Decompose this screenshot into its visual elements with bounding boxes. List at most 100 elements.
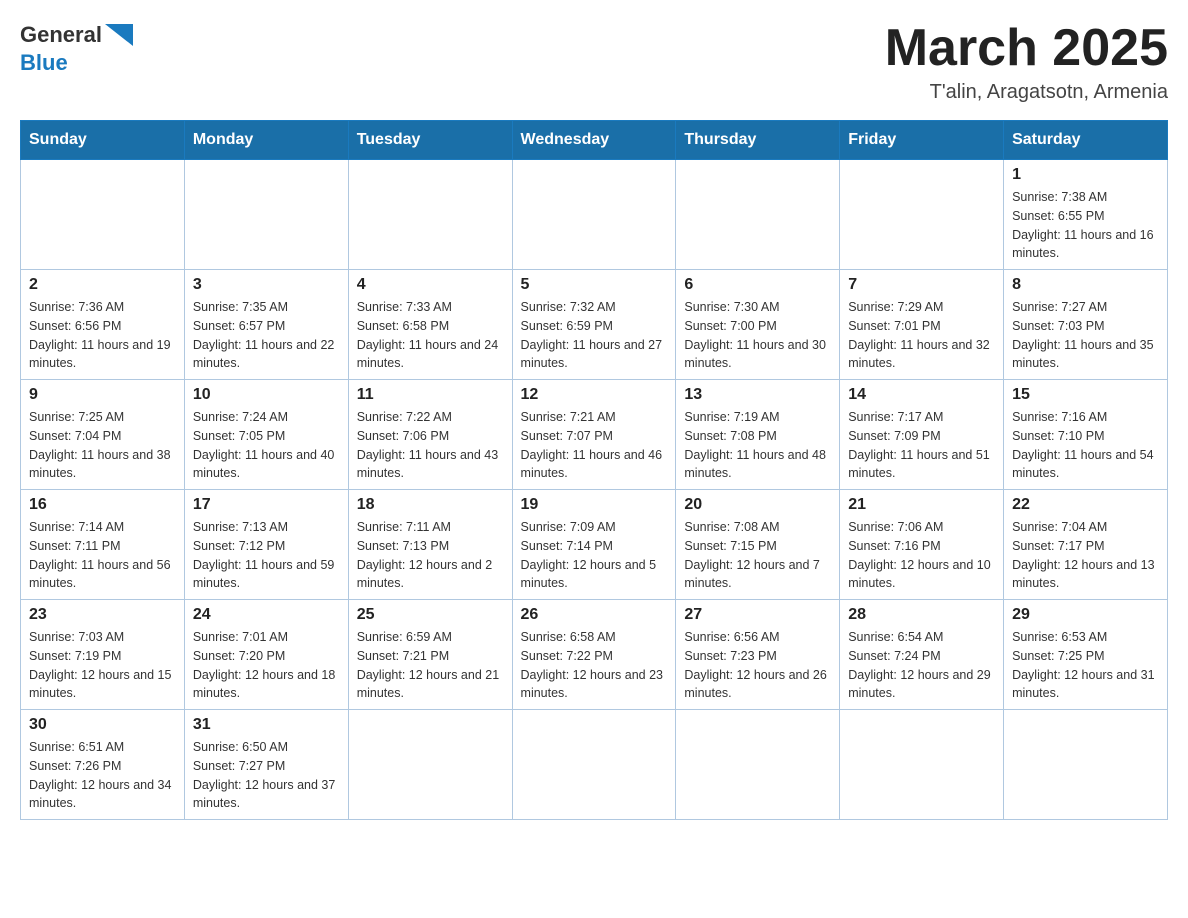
weekday-header-friday: Friday — [840, 121, 1004, 160]
day-number: 9 — [29, 386, 176, 404]
weekday-header-sunday: Sunday — [21, 121, 185, 160]
calendar-cell — [1004, 710, 1168, 820]
day-number: 20 — [684, 496, 831, 514]
calendar-cell — [512, 160, 676, 270]
day-sun-info: Sunrise: 7:01 AMSunset: 7:20 PMDaylight:… — [193, 628, 340, 703]
day-sun-info: Sunrise: 7:32 AMSunset: 6:59 PMDaylight:… — [521, 298, 668, 373]
location-subtitle: T'alin, Aragatsotn, Armenia — [885, 81, 1168, 104]
page-header: General Blue March 2025 T'alin, Aragatso… — [20, 20, 1168, 104]
calendar-cell — [184, 160, 348, 270]
calendar-week-row: 2 Sunrise: 7:36 AMSunset: 6:56 PMDaylight… — [21, 270, 1168, 380]
calendar-cell: 25 Sunrise: 6:59 AMSunset: 7:21 PMDayligh… — [348, 600, 512, 710]
calendar-cell: 30 Sunrise: 6:51 AMSunset: 7:26 PMDayligh… — [21, 710, 185, 820]
day-number: 19 — [521, 496, 668, 514]
calendar-body: 1Sunrise: 7:38 AMSunset: 6:55 PMDaylight… — [21, 160, 1168, 820]
day-number: 7 — [848, 276, 995, 294]
day-number: 2 — [29, 276, 176, 294]
calendar-cell: 3 Sunrise: 7:35 AMSunset: 6:57 PMDaylight… — [184, 270, 348, 380]
weekday-header-wednesday: Wednesday — [512, 121, 676, 160]
day-number: 8 — [1012, 276, 1159, 294]
day-sun-info: Sunrise: 6:56 AMSunset: 7:23 PMDaylight:… — [684, 628, 831, 703]
calendar-week-row: 30 Sunrise: 6:51 AMSunset: 7:26 PMDayligh… — [21, 710, 1168, 820]
day-number: 21 — [848, 496, 995, 514]
day-sun-info: Sunrise: 7:11 AMSunset: 7:13 PMDaylight:… — [357, 518, 504, 593]
calendar-cell: 26 Sunrise: 6:58 AMSunset: 7:22 PMDayligh… — [512, 600, 676, 710]
month-title: March 2025 — [885, 20, 1168, 77]
calendar-cell — [840, 710, 1004, 820]
calendar-cell: 24 Sunrise: 7:01 AMSunset: 7:20 PMDayligh… — [184, 600, 348, 710]
calendar-cell: 9Sunrise: 7:25 AMSunset: 7:04 PMDaylight… — [21, 380, 185, 490]
calendar-cell: 21Sunrise: 7:06 AMSunset: 7:16 PMDayligh… — [840, 490, 1004, 600]
day-number: 14 — [848, 386, 995, 404]
calendar-week-row: 1Sunrise: 7:38 AMSunset: 6:55 PMDaylight… — [21, 160, 1168, 270]
logo-text-general: General — [20, 23, 102, 47]
calendar-cell: 28 Sunrise: 6:54 AMSunset: 7:24 PMDayligh… — [840, 600, 1004, 710]
day-number: 1 — [1012, 166, 1159, 184]
calendar-cell: 22 Sunrise: 7:04 AMSunset: 7:17 PMDayligh… — [1004, 490, 1168, 600]
day-number: 16 — [29, 496, 176, 514]
day-sun-info: Sunrise: 7:17 AMSunset: 7:09 PMDaylight:… — [848, 408, 995, 483]
day-number: 22 — [1012, 496, 1159, 514]
day-sun-info: Sunrise: 7:36 AMSunset: 6:56 PMDaylight:… — [29, 298, 176, 373]
day-sun-info: Sunrise: 7:08 AMSunset: 7:15 PMDaylight:… — [684, 518, 831, 593]
day-sun-info: Sunrise: 7:27 AMSunset: 7:03 PMDaylight:… — [1012, 298, 1159, 373]
calendar-cell: 20 Sunrise: 7:08 AMSunset: 7:15 PMDayligh… — [676, 490, 840, 600]
day-number: 3 — [193, 276, 340, 294]
calendar-cell: 27 Sunrise: 6:56 AMSunset: 7:23 PMDayligh… — [676, 600, 840, 710]
calendar-table: SundayMondayTuesdayWednesdayThursdayFrid… — [20, 120, 1168, 820]
day-sun-info: Sunrise: 6:51 AMSunset: 7:26 PMDaylight:… — [29, 738, 176, 813]
day-number: 6 — [684, 276, 831, 294]
calendar-cell — [676, 160, 840, 270]
calendar-cell: 13Sunrise: 7:19 AMSunset: 7:08 PMDayligh… — [676, 380, 840, 490]
day-number: 15 — [1012, 386, 1159, 404]
day-sun-info: Sunrise: 6:54 AMSunset: 7:24 PMDaylight:… — [848, 628, 995, 703]
calendar-header: SundayMondayTuesdayWednesdayThursdayFrid… — [21, 121, 1168, 160]
day-sun-info: Sunrise: 7:03 AMSunset: 7:19 PMDaylight:… — [29, 628, 176, 703]
day-number: 26 — [521, 606, 668, 624]
weekday-header-tuesday: Tuesday — [348, 121, 512, 160]
calendar-cell: 19Sunrise: 7:09 AMSunset: 7:14 PMDayligh… — [512, 490, 676, 600]
day-sun-info: Sunrise: 6:53 AMSunset: 7:25 PMDaylight:… — [1012, 628, 1159, 703]
day-sun-info: Sunrise: 7:19 AMSunset: 7:08 PMDaylight:… — [684, 408, 831, 483]
calendar-cell — [676, 710, 840, 820]
calendar-cell: 15 Sunrise: 7:16 AMSunset: 7:10 PMDayligh… — [1004, 380, 1168, 490]
day-sun-info: Sunrise: 7:16 AMSunset: 7:10 PMDaylight:… — [1012, 408, 1159, 483]
calendar-cell: 14 Sunrise: 7:17 AMSunset: 7:09 PMDayligh… — [840, 380, 1004, 490]
weekday-header-saturday: Saturday — [1004, 121, 1168, 160]
day-number: 31 — [193, 716, 340, 734]
day-number: 28 — [848, 606, 995, 624]
day-sun-info: Sunrise: 7:30 AMSunset: 7:00 PMDaylight:… — [684, 298, 831, 373]
day-sun-info: Sunrise: 7:22 AMSunset: 7:06 PMDaylight:… — [357, 408, 504, 483]
day-sun-info: Sunrise: 7:35 AMSunset: 6:57 PMDaylight:… — [193, 298, 340, 373]
day-number: 25 — [357, 606, 504, 624]
calendar-cell: 10 Sunrise: 7:24 AMSunset: 7:05 PMDayligh… — [184, 380, 348, 490]
logo-text-blue: Blue — [20, 50, 68, 75]
calendar-cell — [512, 710, 676, 820]
calendar-cell: 23Sunrise: 7:03 AMSunset: 7:19 PMDayligh… — [21, 600, 185, 710]
day-sun-info: Sunrise: 6:50 AMSunset: 7:27 PMDaylight:… — [193, 738, 340, 813]
calendar-week-row: 9Sunrise: 7:25 AMSunset: 7:04 PMDaylight… — [21, 380, 1168, 490]
calendar-cell — [21, 160, 185, 270]
day-number: 24 — [193, 606, 340, 624]
day-sun-info: Sunrise: 7:29 AMSunset: 7:01 PMDaylight:… — [848, 298, 995, 373]
day-number: 18 — [357, 496, 504, 514]
calendar-cell: 4Sunrise: 7:33 AMSunset: 6:58 PMDaylight… — [348, 270, 512, 380]
weekday-header-monday: Monday — [184, 121, 348, 160]
calendar-cell: 29Sunrise: 6:53 AMSunset: 7:25 PMDayligh… — [1004, 600, 1168, 710]
weekday-header-thursday: Thursday — [676, 121, 840, 160]
calendar-cell: 7 Sunrise: 7:29 AMSunset: 7:01 PMDaylight… — [840, 270, 1004, 380]
calendar-cell: 31 Sunrise: 6:50 AMSunset: 7:27 PMDayligh… — [184, 710, 348, 820]
day-sun-info: Sunrise: 7:24 AMSunset: 7:05 PMDaylight:… — [193, 408, 340, 483]
logo: General Blue — [20, 20, 133, 75]
day-sun-info: Sunrise: 6:59 AMSunset: 7:21 PMDaylight:… — [357, 628, 504, 703]
calendar-cell: 16Sunrise: 7:14 AMSunset: 7:11 PMDayligh… — [21, 490, 185, 600]
calendar-week-row: 16Sunrise: 7:14 AMSunset: 7:11 PMDayligh… — [21, 490, 1168, 600]
day-number: 27 — [684, 606, 831, 624]
calendar-cell: 2 Sunrise: 7:36 AMSunset: 6:56 PMDaylight… — [21, 270, 185, 380]
day-number: 10 — [193, 386, 340, 404]
day-number: 30 — [29, 716, 176, 734]
day-sun-info: Sunrise: 6:58 AMSunset: 7:22 PMDaylight:… — [521, 628, 668, 703]
calendar-cell: 11Sunrise: 7:22 AMSunset: 7:06 PMDayligh… — [348, 380, 512, 490]
calendar-cell: 17Sunrise: 7:13 AMSunset: 7:12 PMDayligh… — [184, 490, 348, 600]
day-sun-info: Sunrise: 7:04 AMSunset: 7:17 PMDaylight:… — [1012, 518, 1159, 593]
